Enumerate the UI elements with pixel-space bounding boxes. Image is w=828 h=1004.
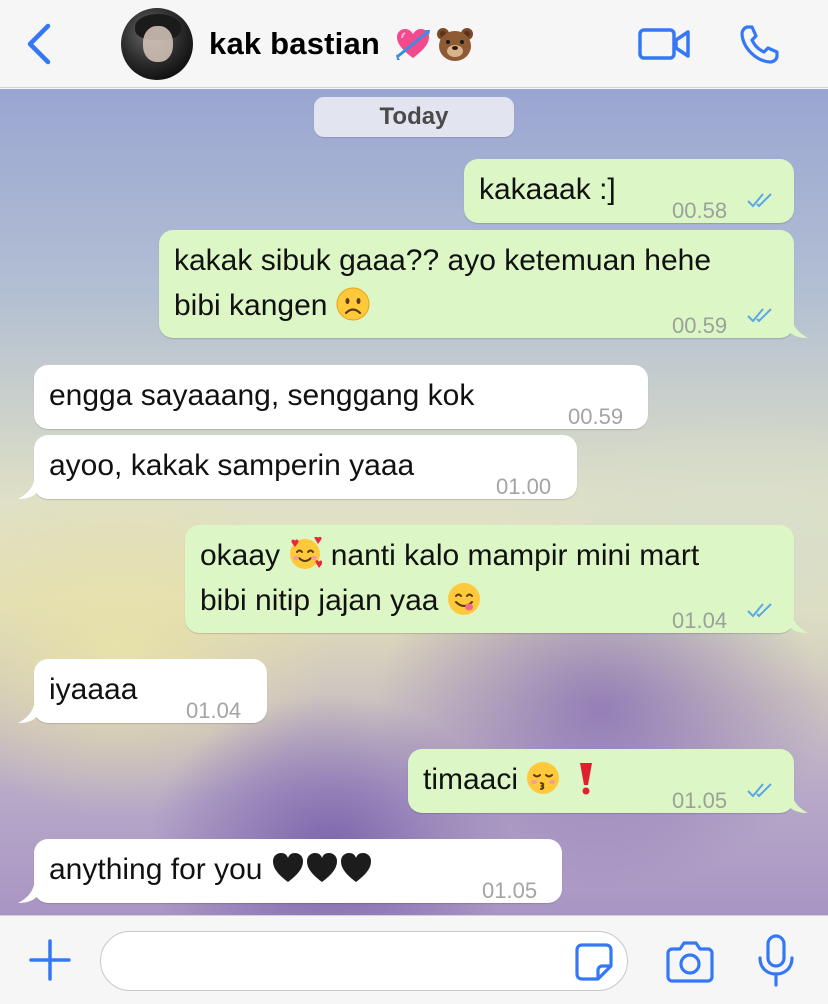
message-time: 01.05 bbox=[672, 788, 728, 813]
message-text: kakak sibuk gaaa?? ayo ketemuan hehe bbox=[174, 244, 712, 277]
chat-area[interactable]: Today kakaaak :] 00.58 kakak sibuk gaaa?… bbox=[0, 89, 828, 915]
message-text: nanti kalo mampir mini mart bbox=[330, 539, 700, 572]
message-outgoing[interactable]: kakaaak :] 00.58 bbox=[464, 159, 794, 223]
message-time: 00.59 bbox=[672, 313, 728, 338]
message-outgoing[interactable]: kakak sibuk gaaa?? ayo ketemuan hehe bib… bbox=[159, 230, 808, 338]
red-exclamation-emoji bbox=[579, 763, 592, 795]
black-heart-emoji bbox=[306, 853, 337, 882]
bubble-tail bbox=[788, 615, 808, 633]
phone-icon[interactable] bbox=[738, 24, 780, 66]
message-text: timaaci bbox=[423, 763, 519, 796]
composer-bar bbox=[0, 915, 828, 1004]
smiling-face-with-hearts-emoji bbox=[290, 537, 323, 569]
black-heart-emoji bbox=[340, 853, 371, 882]
double-check-icon bbox=[747, 603, 772, 618]
double-check-icon bbox=[747, 193, 772, 208]
sticker-icon[interactable] bbox=[574, 942, 614, 982]
double-check-icon bbox=[747, 783, 772, 798]
message-text: bibi kangen bbox=[174, 289, 328, 322]
message-time: 01.00 bbox=[496, 474, 552, 499]
message-time: 00.58 bbox=[672, 198, 728, 223]
chevron-left-icon[interactable] bbox=[20, 22, 60, 66]
message-text: okaay bbox=[200, 539, 281, 572]
message-time: 00.59 bbox=[568, 404, 624, 429]
plus-icon[interactable] bbox=[28, 938, 72, 982]
message-text: bibi nitip jajan yaa bbox=[200, 584, 439, 617]
bubble-tail bbox=[788, 795, 808, 813]
message-incoming[interactable]: ayoo, kakak samperin yaaa 01.00 bbox=[18, 435, 577, 499]
bubble-tail bbox=[18, 885, 38, 903]
contact-name[interactable]: kak bastian bbox=[209, 26, 380, 62]
date-divider: Today bbox=[314, 97, 514, 137]
message-time: 01.04 bbox=[186, 698, 242, 723]
bear-face-emoji bbox=[437, 28, 473, 61]
black-heart-emoji bbox=[272, 853, 303, 882]
heart-with-arrow-emoji bbox=[396, 29, 430, 60]
message-text: ayoo, kakak samperin yaaa bbox=[49, 449, 415, 482]
message-outgoing[interactable]: okaay nanti kalo mampir mini mart bibi n… bbox=[185, 525, 808, 633]
message-text: iyaaaa bbox=[49, 673, 138, 706]
message-incoming[interactable]: iyaaaa 01.04 bbox=[18, 659, 267, 723]
message-outgoing[interactable]: timaaci 01.05 bbox=[408, 749, 808, 813]
message-incoming[interactable]: anything for you 01.05 bbox=[18, 839, 562, 903]
camera-icon[interactable] bbox=[666, 939, 714, 983]
message-input[interactable] bbox=[100, 931, 628, 991]
video-call-icon[interactable] bbox=[638, 27, 690, 61]
bubble-tail bbox=[18, 705, 38, 723]
message-time: 01.04 bbox=[672, 608, 728, 633]
message-text: kakaaak :] bbox=[479, 173, 616, 206]
chat-header: kak bastian bbox=[0, 0, 828, 88]
double-check-icon bbox=[747, 308, 772, 323]
avatar[interactable] bbox=[121, 8, 193, 80]
message-time: 01.05 bbox=[482, 878, 538, 903]
kissing-face-closed-eyes-emoji bbox=[527, 762, 560, 794]
frowning-face-emoji bbox=[336, 287, 370, 321]
bubble-tail bbox=[788, 320, 808, 338]
message-incoming[interactable]: engga sayaaang, senggang kok 00.59 bbox=[34, 365, 648, 429]
bubble-tail bbox=[18, 481, 38, 499]
microphone-icon[interactable] bbox=[756, 934, 796, 988]
message-text: engga sayaaang, senggang kok bbox=[49, 379, 475, 412]
message-text: anything for you bbox=[49, 853, 263, 886]
face-savoring-food-emoji bbox=[447, 583, 480, 615]
